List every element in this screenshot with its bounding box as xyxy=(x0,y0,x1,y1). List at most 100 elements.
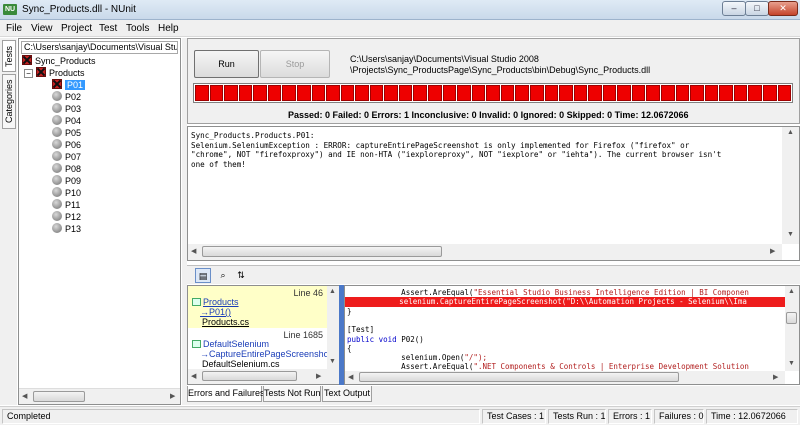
minimize-button[interactable]: – xyxy=(722,1,746,16)
sort-az-icon[interactable]: ⇅ xyxy=(233,268,249,283)
error-horizontal-scrollbar[interactable]: ◀ ▶ xyxy=(188,244,782,260)
progress-segment xyxy=(588,85,602,101)
stack-frame[interactable]: Line 46 Products →P01() Products.cs xyxy=(188,286,327,328)
stack-frame[interactable]: Line 1685 DefaultSelenium →CaptureEntire… xyxy=(188,328,337,370)
tab-categories[interactable]: Categories xyxy=(2,74,16,129)
tree-node-label: P02 xyxy=(65,92,82,102)
progress-segment xyxy=(209,85,224,101)
tree-node-label: P05 xyxy=(65,128,82,138)
progress-segment xyxy=(238,85,253,101)
failure-x-icon xyxy=(52,79,62,89)
stop-button[interactable]: Stop xyxy=(260,50,330,78)
tree-node-test[interactable]: P03 xyxy=(52,103,81,115)
menu-test[interactable]: Test xyxy=(99,23,117,34)
tree-node-test[interactable]: P02 xyxy=(52,91,81,103)
not-run-icon xyxy=(52,211,62,221)
scroll-up-arrow-icon[interactable]: ▲ xyxy=(329,288,336,295)
progress-segment xyxy=(602,85,617,101)
scroll-up-arrow-icon[interactable]: ▲ xyxy=(788,288,795,295)
tree-node-label: P12 xyxy=(65,212,82,222)
tree-node-test[interactable]: P13 xyxy=(52,223,81,235)
scroll-thumb[interactable] xyxy=(359,372,679,382)
code-line: public void P02() xyxy=(347,334,424,344)
tab-tests-not-run[interactable]: Tests Not Run xyxy=(263,386,321,402)
scroll-right-arrow-icon[interactable]: ▶ xyxy=(773,373,778,381)
progress-segment xyxy=(748,85,762,101)
scroll-left-arrow-icon[interactable]: ◀ xyxy=(191,247,196,255)
code-horizontal-scrollbar[interactable]: ◀ ▶ xyxy=(345,371,785,384)
tree-node-test[interactable]: P08 xyxy=(52,163,81,175)
progress-segment xyxy=(326,85,340,101)
error-vertical-scrollbar[interactable]: ▲ ▼ xyxy=(782,127,799,244)
class-file-icon xyxy=(192,298,201,306)
run-button[interactable]: Run xyxy=(194,50,259,78)
tree-node-test[interactable]: P04 xyxy=(52,115,81,127)
stack-frame-source[interactable]: Products.cs xyxy=(202,317,249,327)
zoom-icon[interactable]: ⌕ xyxy=(215,268,231,283)
tree-node-test[interactable]: P07 xyxy=(52,151,81,163)
scroll-left-arrow-icon[interactable]: ◀ xyxy=(191,372,196,380)
tree-node-test[interactable]: P12 xyxy=(52,211,81,223)
stack-vertical-scrollbar[interactable]: ▲ ▼ xyxy=(327,286,339,384)
tree-node-test[interactable]: P10 xyxy=(52,187,81,199)
progress-segment xyxy=(631,85,646,101)
tab-text-output[interactable]: Text Output xyxy=(322,386,372,402)
not-run-icon xyxy=(52,91,62,101)
tab-errors-and-failures[interactable]: Errors and Failures xyxy=(187,386,265,402)
scroll-thumb[interactable] xyxy=(202,246,442,257)
source-view-toggle-icon[interactable]: ▤ xyxy=(195,268,211,283)
menu-file[interactable]: File xyxy=(6,23,22,34)
stack-frame-source[interactable]: DefaultSelenium.cs xyxy=(202,359,280,369)
stack-frame-class[interactable]: DefaultSelenium xyxy=(203,339,269,349)
stack-frame-class[interactable]: Products xyxy=(203,297,239,307)
scroll-right-arrow-icon[interactable]: ▶ xyxy=(170,392,175,400)
tree-node-label: P03 xyxy=(65,104,82,114)
tree-node-test[interactable]: P06 xyxy=(52,139,81,151)
tree-node-fixture[interactable]: − Products xyxy=(24,67,85,79)
progress-segment xyxy=(224,85,238,101)
progress-segment xyxy=(733,85,748,101)
scroll-down-arrow-icon[interactable]: ▼ xyxy=(788,360,795,367)
tree-node-test[interactable]: P05 xyxy=(52,127,81,139)
run-summary: Passed: 0 Failed: 0 Errors: 1 Inconclusi… xyxy=(288,110,689,120)
scroll-down-arrow-icon[interactable]: ▼ xyxy=(787,231,794,238)
tree-node-test[interactable]: P01 xyxy=(52,79,86,91)
maximize-button[interactable]: □ xyxy=(745,1,769,16)
scroll-left-arrow-icon[interactable]: ◀ xyxy=(22,392,27,400)
tree-node-test[interactable]: P09 xyxy=(52,175,81,187)
scroll-thumb[interactable] xyxy=(202,371,297,381)
scroll-thumb[interactable] xyxy=(786,312,797,324)
not-run-icon xyxy=(52,175,62,185)
tree-horizontal-scrollbar[interactable]: ◀ ▶ xyxy=(19,388,180,404)
stack-frame-method[interactable]: →P01() xyxy=(200,307,231,317)
tab-tests[interactable]: Tests xyxy=(2,40,16,72)
scroll-up-arrow-icon[interactable]: ▲ xyxy=(787,129,794,136)
scroll-right-arrow-icon[interactable]: ▶ xyxy=(316,372,321,380)
scroll-thumb[interactable] xyxy=(33,391,85,402)
menu-tools[interactable]: Tools xyxy=(126,23,149,34)
progress-segment xyxy=(675,85,690,101)
side-tab-strip: Tests Categories xyxy=(0,38,17,405)
close-button[interactable]: ✕ xyxy=(768,1,798,16)
scroll-down-arrow-icon[interactable]: ▼ xyxy=(329,358,336,365)
tree-node-test[interactable]: P11 xyxy=(52,199,80,211)
run-panel: Run Stop C:\Users\sanjay\Documents\Visua… xyxy=(187,38,800,124)
scroll-right-arrow-icon[interactable]: ▶ xyxy=(770,247,775,255)
menu-help[interactable]: Help xyxy=(158,23,179,34)
not-run-icon xyxy=(52,187,62,197)
collapse-toggle-icon[interactable]: − xyxy=(24,69,33,78)
menu-view[interactable]: View xyxy=(31,23,53,34)
progress-segment xyxy=(253,85,267,101)
scroll-left-arrow-icon[interactable]: ◀ xyxy=(348,373,353,381)
progress-bar xyxy=(193,83,793,103)
progress-segment xyxy=(442,85,457,101)
code-vertical-scrollbar[interactable]: ▲ ▼ xyxy=(785,286,799,371)
stack-horizontal-scrollbar[interactable]: ◀ ▶ xyxy=(188,369,327,384)
not-run-icon xyxy=(52,163,62,173)
progress-segment xyxy=(340,85,355,101)
tree-project-path: C:\Users\sanjay\Documents\Visual Studio … xyxy=(21,41,178,54)
menu-project[interactable]: Project xyxy=(61,23,92,34)
stack-frame-method[interactable]: →CaptureEntirePageScreenshot() xyxy=(200,349,337,359)
progress-segment xyxy=(559,85,573,101)
tree-node-assembly[interactable]: Sync_Products xyxy=(22,55,96,67)
